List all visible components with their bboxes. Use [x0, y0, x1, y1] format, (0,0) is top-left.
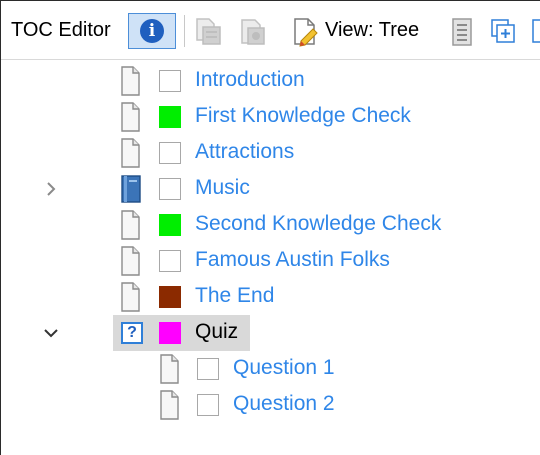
page-icon	[121, 210, 140, 240]
status-checkbox[interactable]	[159, 70, 181, 92]
tree-item-label[interactable]: Question 1	[233, 353, 335, 383]
add-pages-icon[interactable]	[489, 17, 519, 47]
page-icon	[121, 138, 140, 168]
status-color-box[interactable]	[159, 322, 181, 344]
page-icon	[160, 354, 179, 384]
tree-item-question-1[interactable]: Question 1	[1, 351, 540, 387]
tree-item-music[interactable]: Music	[1, 171, 540, 207]
tree-item-label[interactable]: Question 2	[233, 389, 335, 419]
info-button[interactable]: i	[128, 13, 176, 49]
status-checkbox[interactable]	[159, 178, 181, 200]
tree-item-label[interactable]: Music	[195, 173, 250, 203]
list-view-icon[interactable]	[449, 17, 475, 47]
tree-item-introduction[interactable]: Introduction	[1, 63, 540, 99]
page-icon	[121, 102, 140, 132]
status-color-box[interactable]	[159, 286, 181, 308]
tree-item-label[interactable]: The End	[195, 281, 274, 311]
status-checkbox[interactable]	[159, 250, 181, 272]
tree-item-second-knowledge-check[interactable]: Second Knowledge Check	[1, 207, 540, 243]
chevron-right-icon[interactable]	[37, 175, 65, 203]
tree-item-the-end[interactable]: The End	[1, 279, 540, 315]
tree-item-label[interactable]: Attractions	[195, 137, 294, 167]
status-checkbox[interactable]	[197, 358, 219, 380]
tree-item-quiz[interactable]: ? Quiz	[1, 315, 540, 351]
tree-item-label[interactable]: Famous Austin Folks	[195, 245, 390, 275]
chevron-down-icon[interactable]	[37, 319, 65, 347]
view-mode-button[interactable]: View: Tree	[325, 15, 419, 45]
tree-item-attractions[interactable]: Attractions	[1, 135, 540, 171]
tree-item-famous-austin-folks[interactable]: Famous Austin Folks	[1, 243, 540, 279]
tree-item-label[interactable]: Second Knowledge Check	[195, 209, 441, 239]
page-icon	[121, 282, 140, 312]
status-color-box[interactable]	[159, 214, 181, 236]
edit-page-icon[interactable]	[291, 17, 323, 47]
status-color-box[interactable]	[159, 106, 181, 128]
panel-title: TOC Editor	[11, 19, 111, 41]
copy-page-icon[interactable]	[194, 17, 224, 47]
page-icon	[160, 390, 179, 420]
toc-tree: Introduction First Knowledge Check Attra…	[1, 61, 540, 455]
question-icon: ?	[121, 322, 143, 344]
page-properties-icon[interactable]	[238, 17, 268, 47]
toolbar: TOC Editor i View: Tree	[1, 1, 540, 60]
more-toolbar-icon[interactable]	[531, 17, 540, 47]
info-icon: i	[140, 19, 164, 43]
tree-item-first-knowledge-check[interactable]: First Knowledge Check	[1, 99, 540, 135]
book-icon	[121, 175, 141, 203]
toolbar-separator	[184, 15, 185, 47]
tree-item-label[interactable]: First Knowledge Check	[195, 101, 411, 131]
tree-item-question-2[interactable]: Question 2	[1, 387, 540, 423]
tree-item-label[interactable]: Introduction	[195, 65, 305, 95]
page-icon	[121, 66, 140, 96]
status-checkbox[interactable]	[197, 394, 219, 416]
tree-item-label[interactable]: Quiz	[195, 317, 238, 347]
toc-editor-panel: TOC Editor i View: Tree Introduction Fir…	[0, 0, 540, 455]
page-icon	[121, 246, 140, 276]
status-checkbox[interactable]	[159, 142, 181, 164]
